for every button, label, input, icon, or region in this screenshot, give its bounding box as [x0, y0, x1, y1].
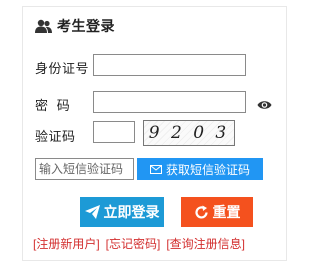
footer-links: [注册新用户] [忘记密码] [查询注册信息] [33, 235, 245, 252]
id-number-input[interactable] [93, 54, 246, 76]
password-label: 密 码 [35, 98, 71, 113]
captcha-label: 验证码 [35, 129, 76, 144]
query-registration-link[interactable]: [查询注册信息] [166, 235, 245, 252]
refresh-icon [194, 205, 208, 218]
captcha-image[interactable]: 9 2 0 3 [143, 120, 235, 146]
captcha-text: 9 2 0 3 [148, 123, 230, 143]
reset-button[interactable]: 重置 [181, 197, 253, 227]
register-link[interactable]: [注册新用户] [33, 235, 100, 252]
users-icon [35, 19, 52, 33]
get-sms-code-label: 获取短信验证码 [165, 162, 250, 177]
reset-label: 重置 [212, 204, 241, 220]
id-number-label: 身份证号 [35, 61, 90, 76]
login-button[interactable]: 立即登录 [80, 197, 164, 227]
captcha-input[interactable] [93, 121, 135, 143]
sms-code-input[interactable] [35, 158, 134, 180]
forgot-password-link[interactable]: [忘记密码] [106, 235, 161, 252]
panel-header: 考生登录 [35, 16, 115, 36]
page-title: 考生登录 [57, 18, 115, 34]
login-panel: 考生登录 身份证号 密 码 验证码 9 2 0 3 获取短信验证码 立即登录 重… [22, 6, 287, 261]
password-input[interactable] [93, 91, 246, 113]
get-sms-code-button[interactable]: 获取短信验证码 [137, 158, 263, 180]
send-icon [84, 205, 100, 219]
login-label: 立即登录 [103, 204, 160, 220]
eye-icon[interactable] [257, 99, 272, 111]
envelope-icon [149, 164, 162, 174]
